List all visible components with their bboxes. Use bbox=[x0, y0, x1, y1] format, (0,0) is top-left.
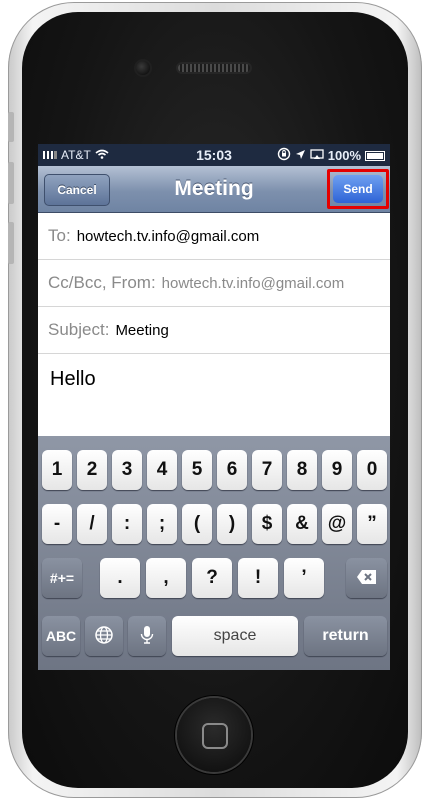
earpiece-speaker bbox=[178, 64, 250, 72]
send-button[interactable]: Send bbox=[333, 175, 383, 203]
key-slash[interactable]: / bbox=[77, 504, 107, 544]
lock-rotation-icon bbox=[277, 147, 291, 164]
key-8[interactable]: 8 bbox=[287, 450, 317, 490]
battery-icon bbox=[365, 150, 385, 161]
backspace-key[interactable] bbox=[346, 558, 387, 598]
key-exclamation[interactable]: ! bbox=[238, 558, 278, 598]
globe-key[interactable] bbox=[85, 616, 123, 656]
location-icon bbox=[295, 148, 306, 163]
to-value: howtech.tv.info@gmail.com bbox=[76, 227, 260, 245]
key-quote[interactable]: ” bbox=[357, 504, 387, 544]
screen: AT&T 15:03 100% Cancel Meeting Send To: … bbox=[38, 144, 390, 670]
key-4[interactable]: 4 bbox=[147, 450, 177, 490]
key-question[interactable]: ? bbox=[192, 558, 232, 598]
to-field[interactable]: To: howtech.tv.info@gmail.com bbox=[38, 213, 390, 260]
key-3[interactable]: 3 bbox=[112, 450, 142, 490]
mute-switch bbox=[8, 112, 14, 142]
key-1[interactable]: 1 bbox=[42, 450, 72, 490]
keyboard: 1 2 3 4 5 6 7 8 9 0 - / : ; ( ) $ & @ ” … bbox=[38, 436, 390, 670]
key-semicolon[interactable]: ; bbox=[147, 504, 177, 544]
volume-up-button bbox=[8, 162, 14, 204]
space-key[interactable]: space bbox=[172, 616, 298, 656]
globe-icon bbox=[94, 625, 114, 648]
dictation-key[interactable] bbox=[128, 616, 166, 656]
status-bar: AT&T 15:03 100% bbox=[38, 144, 390, 166]
key-2[interactable]: 2 bbox=[77, 450, 107, 490]
key-more-symbols[interactable]: #+= bbox=[42, 558, 82, 598]
microphone-icon bbox=[140, 625, 154, 648]
key-abc[interactable]: ABC bbox=[42, 616, 80, 656]
key-dollar[interactable]: $ bbox=[252, 504, 282, 544]
home-button-icon bbox=[202, 723, 228, 749]
battery-percent: 100% bbox=[327, 148, 361, 163]
nav-bar: Cancel Meeting Send bbox=[38, 166, 390, 213]
key-9[interactable]: 9 bbox=[322, 450, 352, 490]
key-open-paren[interactable]: ( bbox=[182, 504, 212, 544]
key-7[interactable]: 7 bbox=[252, 450, 282, 490]
volume-down-button bbox=[8, 222, 14, 264]
return-key[interactable]: return bbox=[304, 616, 387, 656]
message-body[interactable]: Hello bbox=[38, 354, 390, 391]
key-6[interactable]: 6 bbox=[217, 450, 247, 490]
key-colon[interactable]: : bbox=[112, 504, 142, 544]
backspace-icon bbox=[356, 569, 378, 588]
to-label: To: bbox=[48, 226, 71, 245]
cc-from-label: Cc/Bcc, From: bbox=[48, 273, 156, 292]
subject-field[interactable]: Subject: Meeting bbox=[38, 307, 390, 354]
cc-from-field[interactable]: Cc/Bcc, From: howtech.tv.info@gmail.com bbox=[38, 260, 390, 307]
key-ampersand[interactable]: & bbox=[287, 504, 317, 544]
front-camera bbox=[136, 61, 150, 75]
key-hyphen[interactable]: - bbox=[42, 504, 72, 544]
from-value: howtech.tv.info@gmail.com bbox=[161, 274, 345, 292]
key-5[interactable]: 5 bbox=[182, 450, 212, 490]
key-0[interactable]: 0 bbox=[357, 450, 387, 490]
key-period[interactable]: . bbox=[100, 558, 140, 598]
subject-value: Meeting bbox=[115, 321, 169, 339]
key-at[interactable]: @ bbox=[322, 504, 352, 544]
send-highlight-box: Send bbox=[327, 169, 389, 209]
key-close-paren[interactable]: ) bbox=[217, 504, 247, 544]
subject-label: Subject: bbox=[48, 320, 110, 339]
key-comma[interactable]: , bbox=[146, 558, 186, 598]
key-apostrophe[interactable]: ’ bbox=[284, 558, 324, 598]
airplay-icon bbox=[310, 148, 324, 163]
